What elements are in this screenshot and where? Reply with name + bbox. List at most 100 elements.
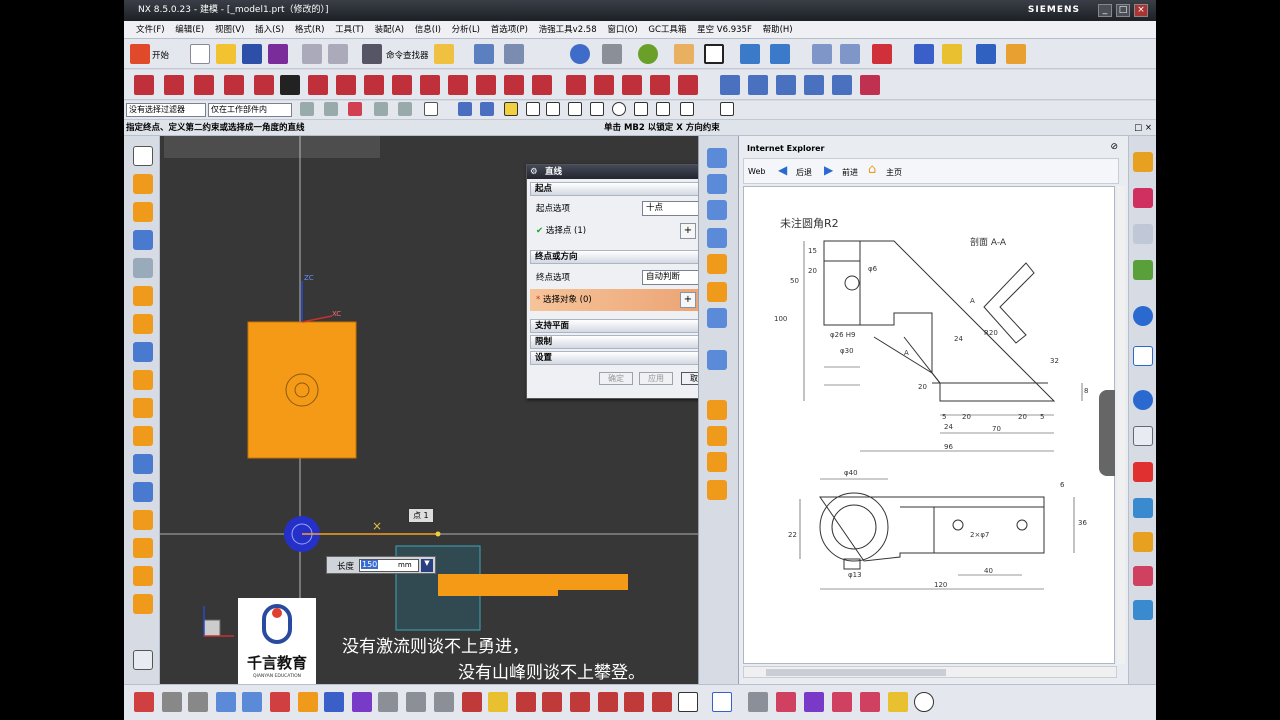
- wcs-icon[interactable]: [812, 44, 832, 64]
- length-input[interactable]: 150 mm: [359, 559, 419, 572]
- system-materials-icon[interactable]: [1133, 426, 1153, 446]
- draft-icon[interactable]: [133, 566, 153, 586]
- curve-length-icon[interactable]: [622, 75, 642, 95]
- unite-icon[interactable]: [133, 454, 153, 474]
- bottom-tool-19-icon[interactable]: [624, 692, 644, 712]
- layer-icon[interactable]: [740, 44, 760, 64]
- forward-button[interactable]: 前进: [842, 167, 858, 178]
- bottom-tool-15-icon[interactable]: [516, 692, 536, 712]
- settings-section[interactable]: 设置⌄: [530, 351, 722, 365]
- sketch-icon[interactable]: [133, 146, 153, 166]
- snap-intersection-icon[interactable]: [590, 102, 604, 116]
- assembly-navigator-icon[interactable]: [1133, 152, 1153, 172]
- menu-window[interactable]: 窗口(O): [603, 25, 641, 35]
- scroll-thumb[interactable]: [766, 669, 946, 676]
- shell-icon[interactable]: [133, 594, 153, 614]
- limits-section[interactable]: 限制⌄: [530, 335, 722, 349]
- start-point-section[interactable]: 起点⌃: [530, 182, 722, 196]
- arrow-left-icon[interactable]: [216, 692, 236, 712]
- bottom-tool-3-icon[interactable]: [188, 692, 208, 712]
- maximize-button[interactable]: □: [1116, 4, 1130, 17]
- snap-quadrant-icon[interactable]: [634, 102, 648, 116]
- bottom-tool-8-icon[interactable]: [324, 692, 344, 712]
- pin-icon[interactable]: ⊘: [1110, 142, 1118, 152]
- web-browser-icon[interactable]: [1133, 346, 1153, 366]
- menu-format[interactable]: 格式(R): [291, 25, 329, 35]
- process-studio-icon[interactable]: [1133, 462, 1153, 482]
- magic-wand-icon[interactable]: [434, 44, 454, 64]
- n-sided-icon[interactable]: [707, 254, 727, 274]
- print-icon[interactable]: [1133, 600, 1153, 620]
- delete-body-icon[interactable]: [707, 452, 727, 472]
- snap-icon-1[interactable]: [300, 102, 314, 116]
- section-curve-icon[interactable]: [476, 75, 496, 95]
- binoculars-icon[interactable]: [362, 44, 382, 64]
- ruler-icon[interactable]: [1006, 44, 1026, 64]
- arrow-right-icon[interactable]: [242, 692, 262, 712]
- trim-curve-icon[interactable]: [566, 75, 586, 95]
- menu-info[interactable]: 信息(I): [411, 25, 445, 35]
- length-dropdown-icon[interactable]: ▼: [421, 559, 433, 572]
- snap-endpoint-icon[interactable]: [504, 102, 518, 116]
- extract-curve-icon[interactable]: [504, 75, 524, 95]
- forward-arrow-icon[interactable]: ▶: [824, 163, 833, 177]
- visible-layers-icon[interactable]: [748, 75, 768, 95]
- wcs-orient-icon[interactable]: [840, 44, 860, 64]
- snap-point-on-curve-icon[interactable]: [656, 102, 670, 116]
- close-button[interactable]: ×: [1134, 4, 1148, 17]
- bottom-tool-12-icon[interactable]: [434, 692, 454, 712]
- point-dialog-icon[interactable]: +: [680, 223, 696, 239]
- view-cube-icon[interactable]: [458, 102, 472, 116]
- layer-category-icon[interactable]: [776, 75, 796, 95]
- bottom-tool-24-icon[interactable]: [776, 692, 796, 712]
- offset-surface-icon[interactable]: [707, 350, 727, 370]
- menu-help[interactable]: 帮助(H): [759, 25, 797, 35]
- csys-icon[interactable]: [872, 44, 892, 64]
- menu-edit[interactable]: 编辑(E): [171, 25, 208, 35]
- horizontal-scrollbar[interactable]: [743, 666, 1117, 678]
- menu-haoqiang-tools[interactable]: 浩强工具v2.58: [535, 25, 601, 35]
- menu-assembly[interactable]: 装配(A): [371, 25, 408, 35]
- back-button[interactable]: 后退: [796, 167, 812, 178]
- subtract-icon[interactable]: [133, 482, 153, 502]
- revolve-icon[interactable]: [133, 202, 153, 222]
- menu-analysis[interactable]: 分析(L): [448, 25, 484, 35]
- snap-icon-4[interactable]: [374, 102, 388, 116]
- wcs-dynamic-icon[interactable]: [860, 75, 880, 95]
- reuse-library-icon[interactable]: [1133, 260, 1153, 280]
- hexagon-shape-icon[interactable]: [712, 692, 732, 712]
- side-tab-handle[interactable]: [1099, 390, 1115, 476]
- constraint-navigator-icon[interactable]: [1133, 188, 1153, 208]
- slot-icon[interactable]: [133, 370, 153, 390]
- snap-icon-5[interactable]: [398, 102, 412, 116]
- command-finder-label[interactable]: 命令查找器: [386, 49, 429, 61]
- shaded-icon[interactable]: [602, 44, 622, 64]
- undo-icon[interactable]: [302, 44, 322, 64]
- scope-filter-select[interactable]: 仅在工作部件内: [208, 103, 292, 117]
- inferred-point-icon[interactable]: +: [680, 292, 696, 308]
- history-icon[interactable]: [1133, 390, 1153, 410]
- snap-existing-point-icon[interactable]: [680, 102, 694, 116]
- save-as-icon[interactable]: [268, 44, 288, 64]
- bottom-tool-18-icon[interactable]: [598, 692, 618, 712]
- graphics-window[interactable]: × ZC XC 点 1 长度 150 mm ▼ 千言教育 QIANYAN EDU…: [160, 136, 726, 684]
- manufacturing-wizard-icon[interactable]: [1133, 498, 1153, 518]
- select-point-row[interactable]: ✔ 选择点 (1) + ✎: [530, 220, 722, 242]
- text-icon[interactable]: [280, 75, 300, 95]
- project-curve-icon[interactable]: [420, 75, 440, 95]
- vertical-scrollbar[interactable]: [1117, 186, 1125, 664]
- ok-button[interactable]: 确定: [599, 372, 633, 385]
- minimize-button[interactable]: _: [1098, 4, 1112, 17]
- bottom-tool-26-icon[interactable]: [832, 692, 852, 712]
- apply-button[interactable]: 应用: [639, 372, 673, 385]
- bounded-plane-icon[interactable]: [707, 282, 727, 302]
- snap-icon-3[interactable]: [348, 102, 362, 116]
- bottom-tool-11-icon[interactable]: [406, 692, 426, 712]
- menu-tools[interactable]: 工具(T): [331, 25, 368, 35]
- bottom-tool-16-icon[interactable]: [542, 692, 562, 712]
- rotate-icon[interactable]: [570, 44, 590, 64]
- select-object-row[interactable]: * 选择对象 (0) + +: [530, 289, 722, 311]
- fit-icon[interactable]: [504, 44, 524, 64]
- section-surface-icon[interactable]: [707, 228, 727, 248]
- bottom-tool-20-icon[interactable]: [652, 692, 672, 712]
